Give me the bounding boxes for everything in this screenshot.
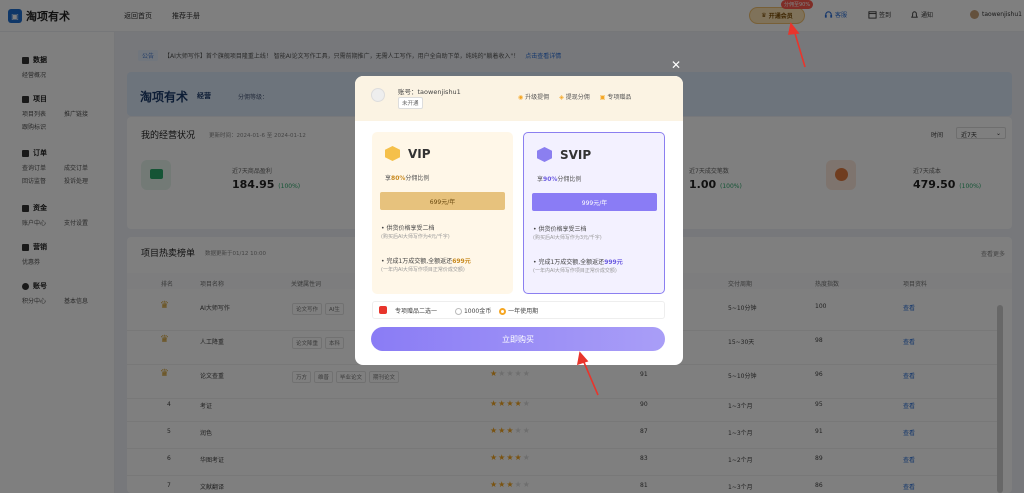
account-avatar bbox=[371, 88, 385, 102]
svip-desc-post: 分佣比例 bbox=[557, 176, 582, 183]
perk-label: 提现分佣 bbox=[565, 94, 590, 101]
vip-desc: 享80%分佣比例 bbox=[385, 173, 429, 182]
gift-label: 专项赠品二选一 bbox=[395, 307, 438, 315]
svip-b1: 供货价格享受三档 bbox=[538, 226, 587, 233]
svip-desc: 享90%分佣比例 bbox=[537, 174, 581, 183]
radio-year[interactable] bbox=[499, 307, 507, 315]
gift-option-year[interactable]: 一年使用期 bbox=[499, 306, 538, 315]
perk-label: 专项赠品 bbox=[607, 94, 632, 101]
vip-pct: 80% bbox=[391, 175, 406, 182]
vip-plan-card[interactable]: VIP 享80%分佣比例 699元/年 • 供货价格享受二档 (购买后AI大师写作… bbox=[372, 132, 513, 294]
buy-now-button[interactable]: 立即购买 bbox=[371, 327, 665, 351]
perk-label: 升级提佣 bbox=[525, 94, 550, 101]
svip-plan-card[interactable]: SVIP 享90%分佣比例 999元/年 • 供货价格享受三档 (购买后AI大师写… bbox=[523, 132, 665, 294]
tag-icon: ◈ bbox=[559, 94, 564, 101]
svip-b2-sub: (一年内AI大师写作项目正常价成交额) bbox=[533, 268, 617, 274]
gift-option-coins[interactable]: 1000金币 bbox=[455, 306, 491, 315]
svip-b2: 完成1万成交额,全额返还 bbox=[538, 259, 605, 266]
vip-badge-icon bbox=[385, 146, 400, 161]
rocket-icon: ◉ bbox=[518, 94, 524, 101]
gift-icon bbox=[379, 306, 387, 314]
account-label: 账号：taowenjishu1 bbox=[398, 88, 461, 96]
svip-badge-icon bbox=[537, 147, 552, 162]
vip-b2-amt: 699元 bbox=[452, 258, 471, 265]
opt-year-label: 一年使用期 bbox=[508, 307, 539, 315]
vip-benefit-2: • 完成1万成交额,全额返还699元 (一年内AI大师写作项目正常价成交额) bbox=[381, 257, 509, 275]
vip-b2-sub: (一年内AI大师写作项目正常价成交额) bbox=[381, 267, 465, 273]
vip-b2: 完成1万成交额,全额返还 bbox=[386, 258, 453, 265]
svip-b2-amt: 999元 bbox=[604, 259, 623, 266]
gift-option-row: 专项赠品二选一 1000金币 一年使用期 bbox=[372, 301, 665, 319]
svip-price[interactable]: 999元/年 bbox=[532, 193, 657, 211]
vip-benefit-1: • 供货价格享受二档 (购买后AI大师写作为4元/千字) bbox=[381, 224, 509, 242]
perk-list: ◉ 升级提佣 ◈ 提现分佣 ▣ 专项赠品 bbox=[518, 92, 631, 101]
gift-icon: ▣ bbox=[599, 94, 606, 101]
vip-price[interactable]: 699元/年 bbox=[380, 192, 505, 210]
perk-withdraw: ◈ 提现分佣 bbox=[559, 92, 590, 101]
svip-benefit-2: • 完成1万成交额,全额返还999元 (一年内AI大师写作项目正常价成交额) bbox=[533, 258, 661, 276]
svip-name: SVIP bbox=[560, 147, 592, 162]
opt-coins-label: 1000金币 bbox=[463, 307, 492, 315]
close-icon[interactable]: ✕ bbox=[671, 58, 681, 72]
account-status-badge: 未开通 bbox=[398, 97, 423, 109]
vip-name: VIP bbox=[408, 146, 431, 161]
radio-coins[interactable] bbox=[455, 307, 463, 315]
perk-gift: ▣ 专项赠品 bbox=[600, 92, 632, 101]
perk-upgrade: ◉ 升级提佣 bbox=[518, 92, 549, 101]
svip-benefit-1: • 供货价格享受三档 (购买后AI大师写作为3元/千字) bbox=[533, 225, 661, 243]
vip-desc-post: 分佣比例 bbox=[405, 175, 430, 182]
svip-b1-sub: (购买后AI大师写作为3元/千字) bbox=[533, 235, 602, 241]
vip-b1: 供货价格享受二档 bbox=[386, 225, 435, 232]
vip-b1-sub: (购买后AI大师写作为4元/千字) bbox=[381, 234, 450, 240]
svip-pct: 90% bbox=[543, 176, 558, 183]
